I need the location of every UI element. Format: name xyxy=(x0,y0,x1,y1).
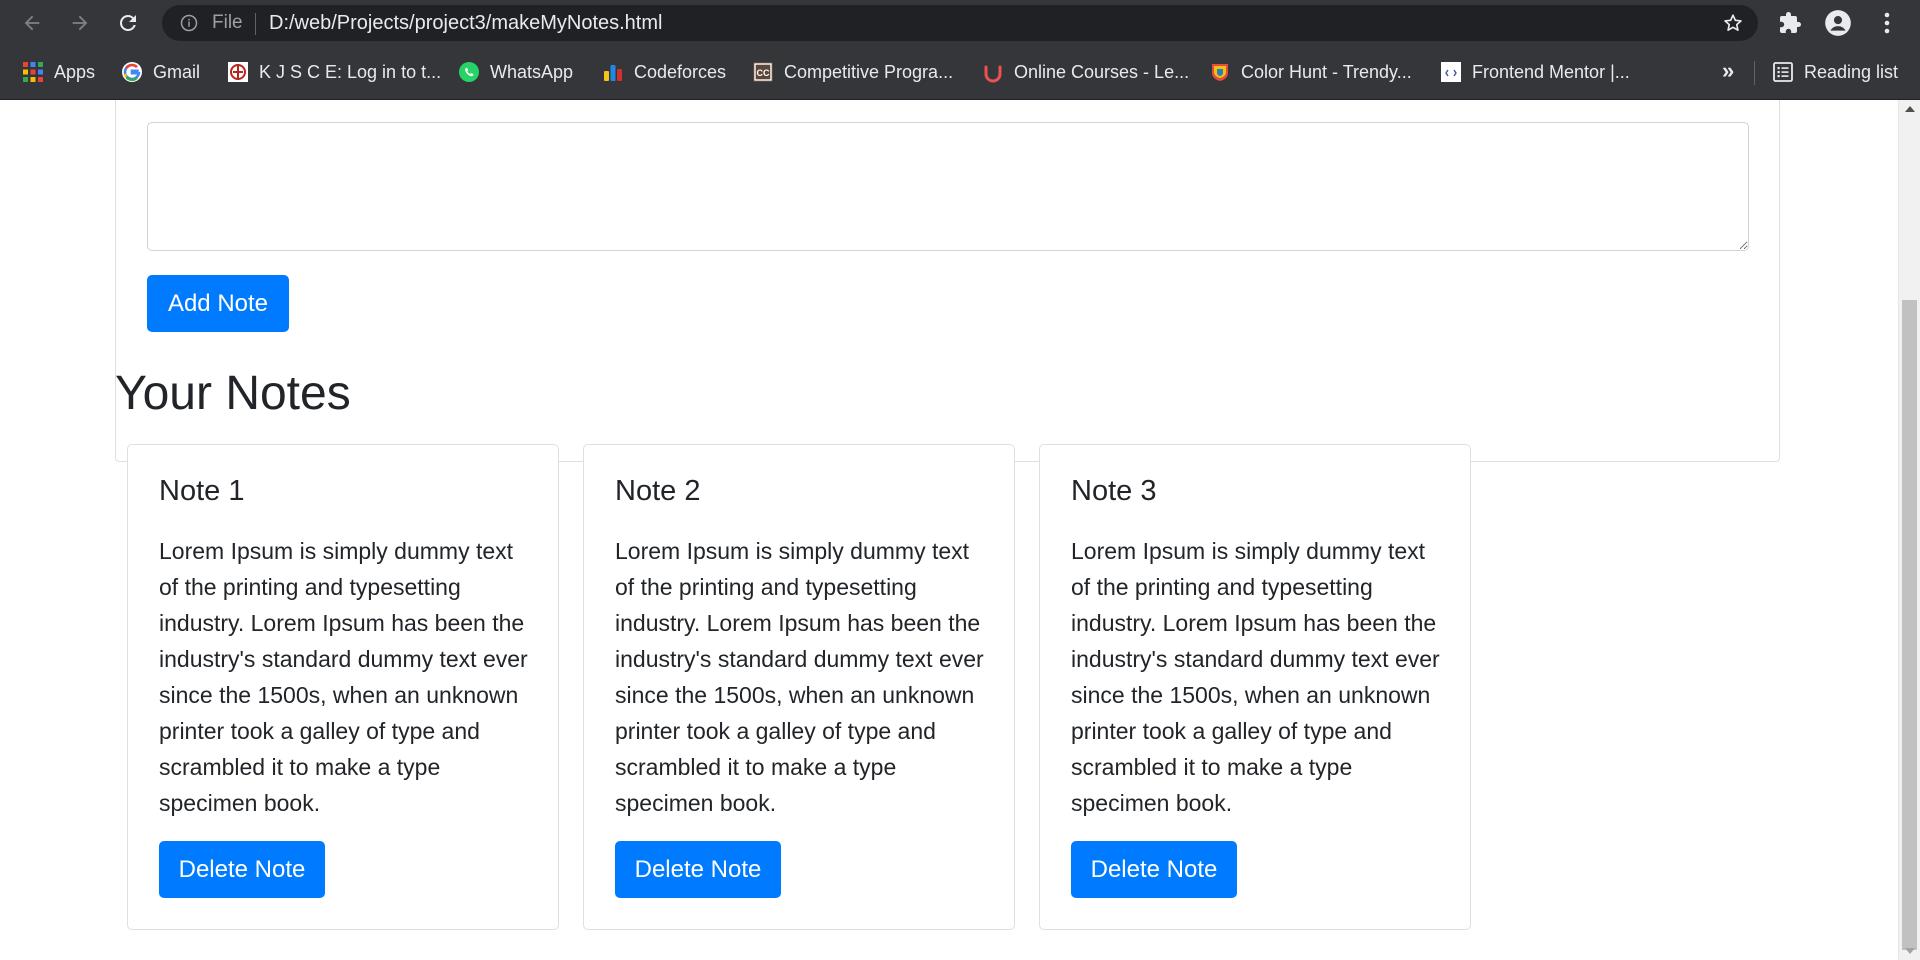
codeforces-icon xyxy=(604,65,622,81)
menu-button[interactable] xyxy=(1873,9,1901,37)
svg-text:CC: CC xyxy=(757,68,770,78)
info-icon[interactable] xyxy=(180,14,198,32)
star-icon[interactable] xyxy=(1722,12,1744,34)
bookmarks-overflow-button[interactable]: » xyxy=(1722,58,1734,84)
extensions-button[interactable] xyxy=(1776,9,1804,37)
omnibox-divider xyxy=(255,13,256,35)
page-title: Your Notes xyxy=(115,367,351,420)
address-bar[interactable]: File D:/web/Projects/project3/makeMyNote… xyxy=(162,5,1758,41)
note-title: Note 3 xyxy=(1071,475,1157,507)
reading-list-button[interactable]: Reading list xyxy=(1772,60,1898,84)
colorhunt-icon xyxy=(1212,64,1228,81)
url-text[interactable]: D:/web/Projects/project3/makeMyNotes.htm… xyxy=(269,13,662,33)
arrow-right-icon xyxy=(72,15,88,31)
note-card: Note 1 Lorem Ipsum is simply dummy text … xyxy=(127,444,559,930)
note-text: Lorem Ipsum is simply dummy text of the … xyxy=(159,538,528,816)
page-viewport: Add Note Your Notes Note 1 Lorem Ipsum i… xyxy=(0,100,1898,960)
note-title: Note 2 xyxy=(615,475,701,507)
profile-button[interactable] xyxy=(1824,9,1852,37)
bookmark-codeforces[interactable]: Codeforces xyxy=(602,60,726,84)
note-title: Note 1 xyxy=(159,475,245,507)
kebab-menu-icon xyxy=(1884,12,1890,34)
note-card: Note 3 Lorem Ipsum is simply dummy text … xyxy=(1039,444,1471,930)
bookmark-label: Online Courses - Le... xyxy=(1014,62,1190,82)
delete-note-button[interactable]: Delete Note xyxy=(159,841,325,898)
reload-icon xyxy=(119,14,136,31)
bookmark-whatsapp[interactable]: WhatsApp xyxy=(458,60,573,84)
bookmark-label: WhatsApp xyxy=(490,62,574,82)
scroll-down-arrow-icon[interactable] xyxy=(1905,948,1915,954)
bookmark-udemy[interactable]: Online Courses - Le... xyxy=(982,60,1189,84)
bookmark-apps[interactable]: Apps xyxy=(22,60,95,84)
scroll-up-arrow-icon[interactable] xyxy=(1905,106,1915,112)
udemy-icon xyxy=(984,65,1002,83)
note-text: Lorem Ipsum is simply dummy text of the … xyxy=(615,538,984,816)
reload-button[interactable] xyxy=(114,9,142,37)
whatsapp-icon xyxy=(459,62,479,82)
add-note-button[interactable]: Add Note xyxy=(147,275,289,332)
bookmarks-bar: Apps Gmail K J S C E: Log in to t... Wha… xyxy=(0,46,1920,100)
browser-toolbar: File D:/web/Projects/project3/makeMyNote… xyxy=(0,0,1920,46)
bookmark-label: Competitive Progra... xyxy=(784,62,954,82)
note-text: Lorem Ipsum is simply dummy text of the … xyxy=(1071,538,1440,816)
frontend-mentor-icon xyxy=(1441,62,1461,82)
bookmark-frontend-mentor[interactable]: Frontend Mentor |... xyxy=(1440,60,1630,84)
codechef-icon: CC xyxy=(753,62,773,82)
delete-note-button[interactable]: Delete Note xyxy=(615,841,781,898)
reading-list-label: Reading list xyxy=(1804,62,1899,82)
bookmark-label: Color Hunt - Trendy... xyxy=(1241,62,1412,82)
bookmark-label: Codeforces xyxy=(634,62,727,82)
avatar-icon xyxy=(1825,10,1851,36)
bookmarks-divider xyxy=(1754,61,1755,85)
bookmark-gmail[interactable]: Gmail xyxy=(121,60,200,84)
note-textarea[interactable] xyxy=(147,122,1749,251)
google-icon xyxy=(122,62,142,82)
vertical-scrollbar[interactable] xyxy=(1898,100,1920,960)
scheme-label: File xyxy=(212,12,243,33)
bookmark-label: Apps xyxy=(54,62,96,82)
bookmark-kjsce[interactable]: K J S C E: Log in to t... xyxy=(227,60,441,84)
bookmark-colorhunt[interactable]: Color Hunt - Trendy... xyxy=(1209,60,1412,84)
bookmark-label: Gmail xyxy=(153,62,201,82)
arrow-left-icon xyxy=(24,15,40,31)
bookmark-label: Frontend Mentor |... xyxy=(1472,62,1630,82)
forward-button[interactable] xyxy=(66,9,94,37)
reading-list-icon xyxy=(1773,62,1793,82)
bookmark-label: K J S C E: Log in to t... xyxy=(259,62,442,82)
bookmark-codechef[interactable]: CC Competitive Progra... xyxy=(752,60,953,84)
delete-note-button[interactable]: Delete Note xyxy=(1071,841,1237,898)
back-button[interactable] xyxy=(18,9,46,37)
puzzle-icon xyxy=(1780,12,1801,33)
note-card: Note 2 Lorem Ipsum is simply dummy text … xyxy=(583,444,1015,930)
scrollbar-thumb[interactable] xyxy=(1902,300,1917,950)
apps-grid-icon xyxy=(23,62,43,82)
kjsce-icon xyxy=(228,62,248,82)
